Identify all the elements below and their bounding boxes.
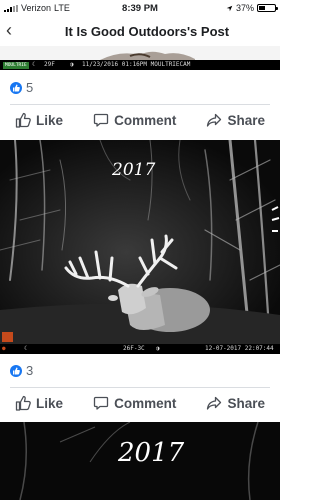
location-icon bbox=[226, 5, 233, 11]
post-actions-2: Like Comment Share bbox=[0, 390, 280, 416]
moon-phase-icon: ◑ bbox=[156, 345, 160, 352]
comment-label: Comment bbox=[114, 112, 177, 128]
comment-button[interactable]: Comment bbox=[93, 112, 176, 128]
divider bbox=[10, 387, 270, 388]
post-photo-1[interactable]: MOULTRIE ☾ 29F ◑ 11/23/2016 01:16PM MOUL… bbox=[0, 46, 280, 70]
share-button[interactable]: Share bbox=[206, 395, 265, 411]
moon-icon: ☾ bbox=[24, 345, 28, 352]
camera-datetime-1: 11/23/2016 01:16PM MOULTRIECAM bbox=[82, 61, 191, 68]
camera-info-bar-1: MOULTRIE ☾ 29F ◑ 11/23/2016 01:16PM MOUL… bbox=[0, 60, 280, 70]
status-bar: Verizon LTE 8:39 PM 37% bbox=[0, 0, 280, 16]
post-actions-1: Like Comment Share bbox=[0, 107, 280, 133]
post-photo-3[interactable]: 2017 bbox=[0, 422, 280, 500]
moon-icon: ☾ bbox=[32, 61, 36, 68]
thumbs-up-badge-icon bbox=[10, 81, 22, 94]
camera-logo-icon: ● bbox=[2, 345, 6, 352]
like-button[interactable]: Like bbox=[15, 395, 63, 411]
thumbs-up-icon bbox=[15, 112, 31, 128]
comment-icon bbox=[93, 396, 109, 410]
like-label: Like bbox=[36, 395, 64, 411]
reaction-summary-1[interactable]: 5 bbox=[10, 80, 33, 95]
reaction-summary-2[interactable]: 3 bbox=[10, 363, 33, 378]
thumbs-up-badge-icon bbox=[10, 364, 22, 377]
comment-icon bbox=[93, 113, 109, 127]
nav-bar: ‹ It Is Good Outdoors's Post bbox=[0, 16, 280, 46]
camera-datetime-2: 12-07-2017 22:07:44 bbox=[205, 345, 274, 352]
share-icon bbox=[207, 396, 222, 410]
post-photo-2[interactable]: 2017 ● ☾ 26F-3C ◑ 12-07-2017 22:07:44 bbox=[0, 140, 280, 354]
photo-year-overlay: 2017 bbox=[118, 438, 185, 468]
share-button[interactable]: Share bbox=[206, 112, 265, 128]
battery-percent: 37% bbox=[235, 3, 254, 13]
camera-brand-badge: MOULTRIE bbox=[3, 61, 29, 69]
comment-button[interactable]: Comment bbox=[93, 395, 176, 411]
battery-icon bbox=[257, 4, 278, 12]
photo-1-image bbox=[0, 46, 280, 60]
comment-label: Comment bbox=[114, 395, 177, 411]
status-right: 37% bbox=[226, 3, 278, 13]
camera-temp-1: 29F bbox=[44, 61, 55, 68]
share-icon bbox=[207, 113, 222, 127]
moon-phase-icon: ◑ bbox=[70, 61, 74, 68]
divider bbox=[10, 104, 270, 105]
thumbs-up-icon bbox=[15, 395, 31, 411]
share-label: Share bbox=[227, 112, 265, 128]
page-title: It Is Good Outdoors's Post bbox=[64, 24, 230, 39]
camera-temp-2: 26F-3C bbox=[123, 345, 145, 352]
like-label: Like bbox=[36, 112, 64, 128]
like-count-1: 5 bbox=[26, 80, 34, 95]
chevron-left-icon[interactable]: ‹ bbox=[6, 21, 12, 39]
like-count-2: 3 bbox=[26, 363, 34, 378]
photo-year-overlay: 2017 bbox=[112, 160, 156, 180]
like-button[interactable]: Like bbox=[15, 112, 63, 128]
camera-info-bar-2: ● ☾ 26F-3C ◑ 12-07-2017 22:07:44 bbox=[0, 344, 280, 354]
share-label: Share bbox=[227, 395, 265, 411]
